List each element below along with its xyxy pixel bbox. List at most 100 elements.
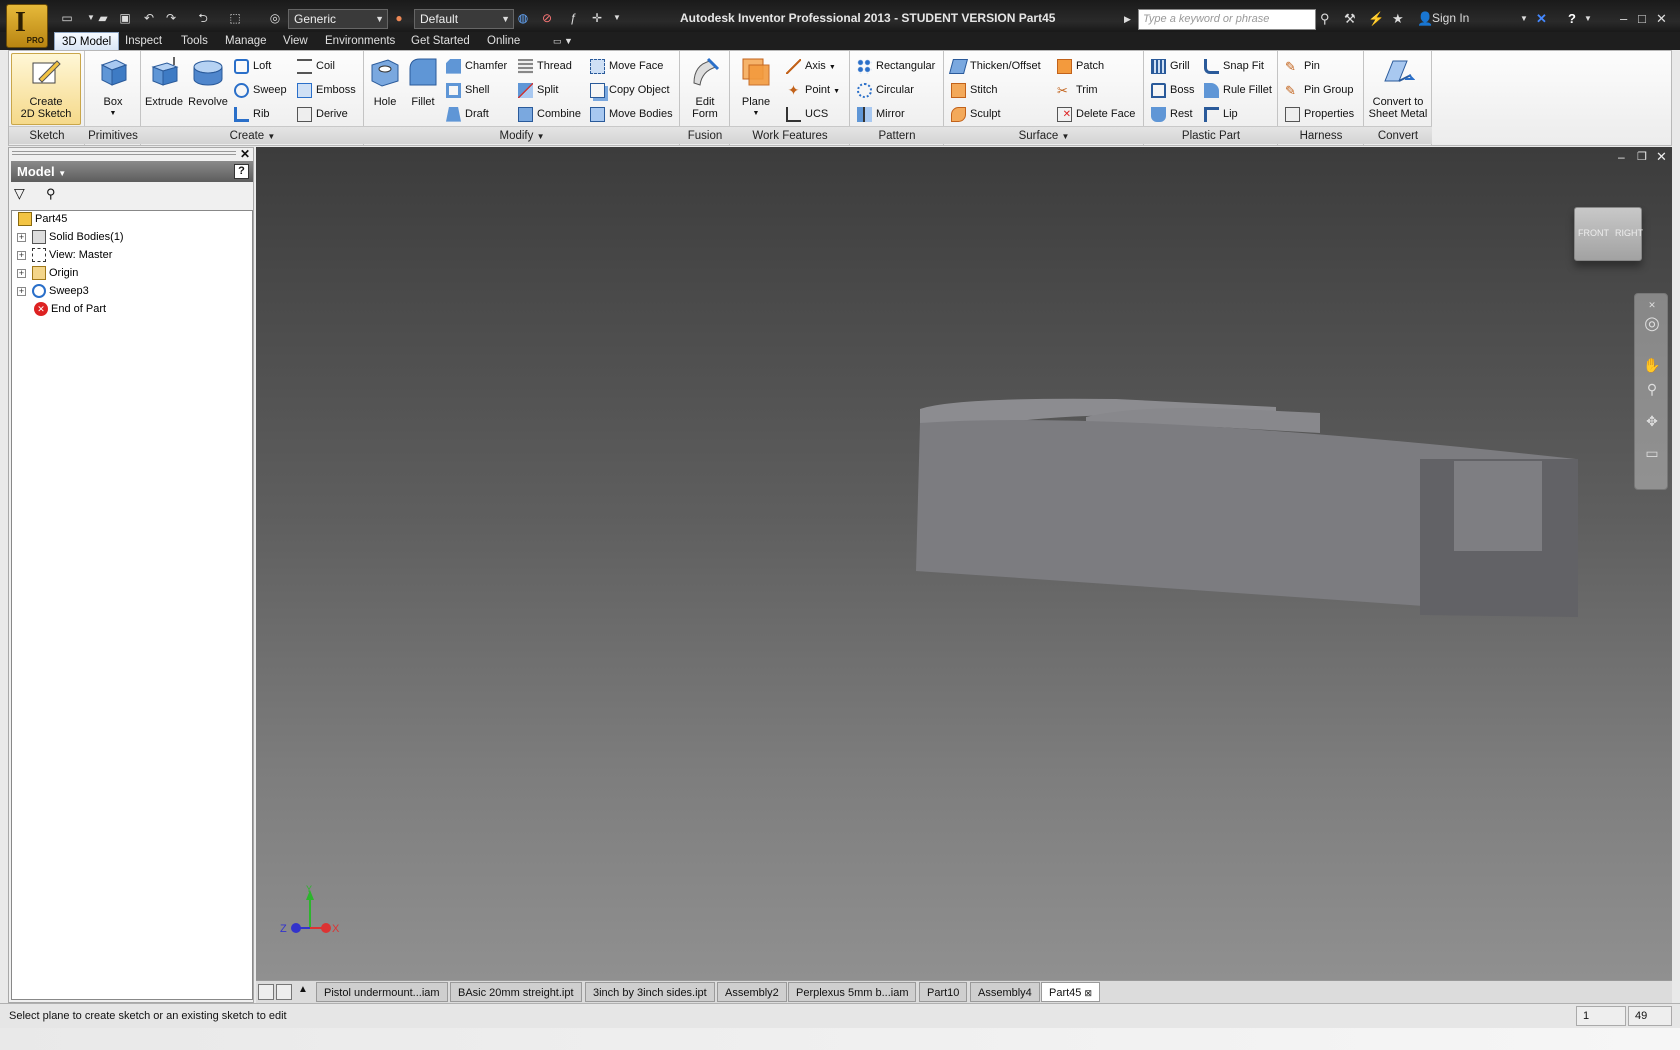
close-window-icon[interactable]: ✕ — [1656, 10, 1667, 28]
revolve-button[interactable]: Revolve — [186, 55, 230, 108]
move-bodies-button[interactable]: Move Bodies — [590, 104, 673, 124]
save-icon[interactable]: ▣ — [116, 9, 134, 27]
tree-node-sweep3[interactable]: + Sweep3 — [17, 282, 89, 300]
move-face-button[interactable]: Move Face — [590, 56, 663, 76]
panel-title-surface[interactable]: Surface ▼ — [944, 126, 1144, 144]
coil-button[interactable]: Coil — [297, 56, 335, 76]
document-tab[interactable]: Pistol undermount...iam — [316, 982, 448, 1002]
tab-tools[interactable]: Tools — [174, 32, 215, 50]
browser-help-icon[interactable]: ? — [234, 164, 249, 179]
tab-environments[interactable]: Environments — [318, 32, 402, 50]
emboss-button[interactable]: Emboss — [297, 80, 356, 100]
tile-windows-icon[interactable] — [276, 984, 292, 1000]
sculpt-button[interactable]: Sculpt — [951, 104, 1001, 124]
undo-icon[interactable]: ↶ — [140, 9, 158, 27]
split-button[interactable]: Split — [518, 80, 558, 100]
binoculars-icon[interactable]: ⚲ — [1320, 10, 1330, 28]
mirror-button[interactable]: Mirror — [857, 104, 905, 124]
open-file-icon[interactable]: ▰ — [94, 9, 112, 27]
viewcube-front-face[interactable]: FRONT — [1578, 228, 1609, 238]
look-at-icon[interactable]: ▭ — [1641, 442, 1663, 464]
rest-button[interactable]: Rest — [1151, 104, 1193, 124]
browser-header[interactable]: Model ▼ — [11, 161, 253, 182]
grill-button[interactable]: Grill — [1151, 56, 1190, 76]
pan-hand-icon[interactable]: ✋ — [1641, 354, 1663, 376]
customize-dropdown-icon[interactable]: ▼ — [608, 9, 626, 27]
create-2d-sketch-button[interactable]: Create 2D Sketch — [11, 55, 81, 120]
browser-grip[interactable] — [12, 151, 236, 155]
maximize-window-icon[interactable]: □ — [1638, 10, 1646, 28]
parameters-fx-icon[interactable]: ƒ — [564, 9, 582, 27]
help-dropdown-icon[interactable]: ▼ — [1584, 10, 1592, 28]
document-tab[interactable]: Assembly4 — [970, 982, 1040, 1002]
viewcube-right-face[interactable]: RIGHT — [1615, 228, 1643, 238]
help-icon[interactable]: ? — [1568, 10, 1576, 28]
circular-pattern-button[interactable]: Circular — [857, 80, 914, 100]
panel-title-create[interactable]: Create ▼ — [141, 126, 364, 144]
communication-icon[interactable]: ⚡ — [1368, 10, 1384, 28]
tree-node-view-master[interactable]: + View: Master — [17, 246, 112, 264]
close-browser-icon[interactable]: ✕ — [240, 147, 250, 161]
chamfer-button[interactable]: Chamfer — [446, 56, 507, 76]
boss-button[interactable]: Boss — [1151, 80, 1194, 100]
minimize-window-icon[interactable]: – — [1620, 10, 1627, 28]
document-tab[interactable]: Part10 — [919, 982, 968, 1002]
sign-in-link[interactable]: Sign In — [1432, 11, 1469, 25]
pin-button[interactable]: ✎ Pin — [1285, 56, 1320, 76]
copy-object-button[interactable]: Copy Object — [590, 80, 670, 100]
material-select[interactable]: Generic ▼ — [288, 9, 388, 29]
favorites-star-icon[interactable]: ★ — [1392, 10, 1404, 28]
shell-button[interactable]: Shell — [446, 80, 489, 100]
redo-icon[interactable]: ↷ — [162, 9, 180, 27]
tree-node-origin[interactable]: + Origin — [17, 264, 78, 282]
filter-icon[interactable]: ▽ — [14, 185, 25, 202]
combine-button[interactable]: Combine — [518, 104, 581, 124]
expand-arrow-icon[interactable]: ▶ — [1124, 10, 1131, 28]
select-icon[interactable]: ⬚ — [226, 9, 244, 27]
stitch-button[interactable]: Stitch — [951, 80, 998, 100]
return-icon[interactable]: ⮌ — [194, 9, 212, 27]
document-tab-active[interactable]: Part45 ⊠ — [1041, 982, 1101, 1002]
rule-fillet-button[interactable]: Rule Fillet — [1204, 80, 1272, 100]
tab-3d-model[interactable]: 3D Model — [54, 32, 120, 50]
document-tab[interactable]: Assembly2 — [717, 982, 787, 1002]
tab-inspect[interactable]: Inspect — [118, 32, 169, 50]
expand-plus-icon[interactable]: + — [17, 268, 26, 278]
pin-group-button[interactable]: ✎ Pin Group — [1285, 80, 1354, 100]
thread-button[interactable]: Thread — [518, 56, 572, 76]
clear-appearance-icon[interactable]: ⊘ — [538, 9, 556, 27]
document-tab[interactable]: Perplexus 5mm b...iam — [788, 982, 917, 1002]
cascade-windows-icon[interactable] — [258, 984, 274, 1000]
tree-node-end-of-part[interactable]: ✕ End of Part — [34, 300, 106, 318]
application-menu-button[interactable]: I PRO — [6, 4, 48, 48]
edit-form-button[interactable]: Edit Form — [682, 55, 728, 120]
thicken-offset-button[interactable]: Thicken/Offset — [948, 56, 1041, 76]
draft-button[interactable]: Draft — [446, 104, 489, 124]
tree-node-part45[interactable]: Part45 — [18, 210, 67, 228]
close-tab-icon[interactable]: ⊠ — [1084, 988, 1092, 998]
hole-button[interactable]: Hole — [366, 55, 404, 108]
material-icon[interactable]: ◎ — [266, 9, 284, 27]
exchange-apps-icon[interactable]: ✕ — [1536, 10, 1547, 28]
measure-icon[interactable]: ✛ — [588, 9, 606, 27]
tab-list-up-icon[interactable]: ▲ — [298, 984, 308, 995]
axis-button[interactable]: Axis ▼ — [786, 56, 836, 76]
help-search-input[interactable]: Type a keyword or phrase — [1138, 9, 1316, 30]
tab-get-started[interactable]: Get Started — [404, 32, 477, 50]
lip-button[interactable]: Lip — [1204, 104, 1238, 124]
sign-in-dropdown-icon[interactable]: ▼ — [1520, 10, 1528, 28]
rib-button[interactable]: Rib — [234, 104, 270, 124]
delete-face-button[interactable]: ✕ Delete Face — [1057, 104, 1135, 124]
tab-manage[interactable]: Manage — [218, 32, 274, 50]
tab-online[interactable]: Online — [480, 32, 527, 50]
new-file-icon[interactable]: ▭ — [58, 9, 76, 27]
orbit-icon[interactable]: ✥ — [1641, 410, 1663, 432]
patch-button[interactable]: Patch — [1057, 56, 1104, 76]
point-button[interactable]: ✦ Point ▼ — [786, 80, 840, 100]
derive-button[interactable]: Derive — [297, 104, 348, 124]
fillet-button[interactable]: Fillet — [404, 55, 442, 108]
convert-to-sheet-metal-button[interactable]: Convert to Sheet Metal — [1366, 55, 1430, 120]
adjust-appearance-icon[interactable]: ◍ — [514, 9, 532, 27]
ucs-button[interactable]: UCS — [786, 104, 828, 124]
appearance-select[interactable]: Default ▼ — [414, 9, 514, 29]
